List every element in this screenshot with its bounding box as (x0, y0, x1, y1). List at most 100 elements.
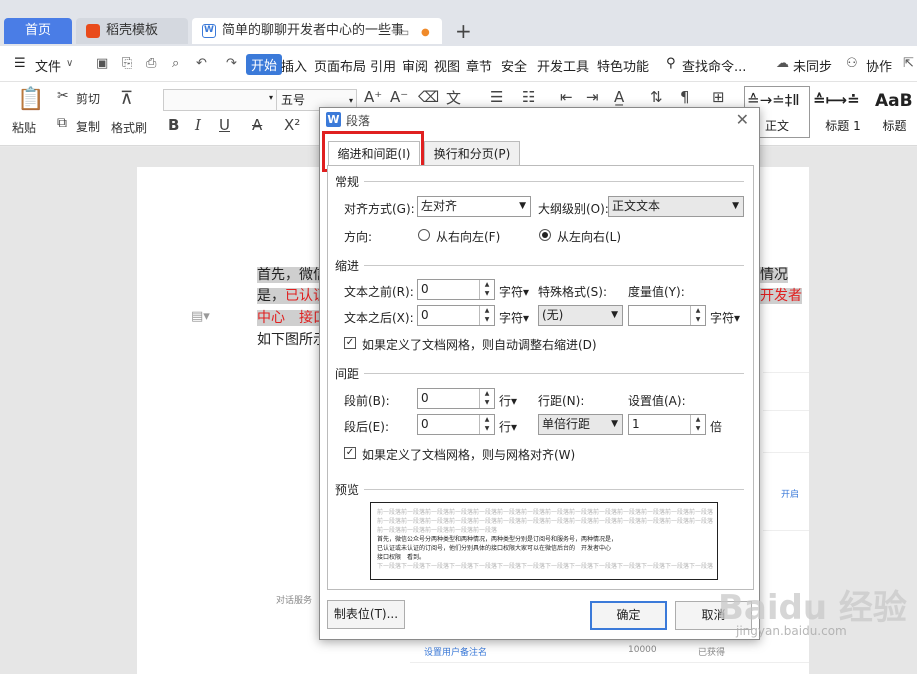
new-tab-button[interactable]: + (455, 18, 472, 44)
menu-security[interactable]: 安全 (501, 56, 527, 75)
italic-icon[interactable]: I (195, 116, 201, 134)
copy-button[interactable]: 复制 (76, 118, 100, 135)
tab-line-page-break[interactable]: 换行和分页(P) (424, 141, 520, 166)
command-search[interactable]: 查找命令... (682, 56, 746, 75)
sort-icon[interactable]: ⇅ (650, 88, 663, 106)
radio-rtl[interactable] (418, 229, 430, 241)
tab-strip: 首页 稻壳模板 W 简单的聊聊开发者中心的一些事 ▭ ● + (0, 0, 917, 46)
paste-button[interactable]: 粘贴 (12, 119, 36, 136)
unsaved-dot-icon: ● (421, 27, 430, 38)
spinner-icon[interactable]: ▲ ▼ (690, 415, 705, 434)
menu-features[interactable]: 特色功能 (597, 56, 649, 75)
undo-icon[interactable]: ↶ (196, 56, 207, 71)
redo-icon[interactable]: ↷ (226, 56, 237, 71)
space-before-input[interactable]: 0 ▲ ▼ (417, 388, 495, 409)
increase-indent-icon[interactable]: ⇥ (586, 88, 599, 106)
grow-font-icon[interactable]: A⁺ (364, 88, 382, 106)
doc-line-1-end-text: 情况 (760, 267, 788, 283)
paragraph-handle-icon[interactable]: ▤▾ (191, 309, 210, 324)
indent-after-input[interactable]: 0 ▲ ▼ (417, 305, 495, 326)
decrease-indent-icon[interactable]: ⇤ (560, 88, 573, 106)
word-doc-icon: W (202, 24, 216, 38)
menu-page-layout[interactable]: 页面布局 (314, 56, 366, 75)
tab-stops-button[interactable]: 制表位(T)... (327, 600, 405, 629)
style-title[interactable]: AaB 标题 (872, 86, 917, 138)
more-icon[interactable]: ⇱ (903, 56, 914, 71)
spinner-icon[interactable]: ▲ ▼ (479, 280, 494, 299)
paste-icon[interactable]: 📋 (17, 87, 44, 112)
bg-dialog-service: 对话服务 (276, 596, 313, 606)
space-after-unit[interactable]: 行▾ (499, 418, 517, 435)
bold-icon[interactable]: B (168, 116, 179, 134)
auto-indent-checkbox[interactable]: ✓ (344, 337, 356, 349)
clear-format-icon[interactable]: ⌫ (418, 88, 439, 106)
show-marks-icon[interactable]: ¶ (680, 88, 690, 106)
text-direction-icon[interactable]: A̲ (614, 88, 624, 106)
space-before-unit[interactable]: 行▾ (499, 392, 517, 409)
hamburger-icon[interactable]: ☰ (14, 56, 26, 71)
line-spacing-select[interactable]: 单倍行距 ▼ (538, 414, 623, 435)
paragraph-preview: 前一段落前一段落前一段落前一段落前一段落前一段落前一段落前一段落前一段落前一段落… (370, 502, 718, 580)
space-after-input[interactable]: 0 ▲ ▼ (417, 414, 495, 435)
spinner-icon[interactable]: ▲ ▼ (690, 306, 705, 325)
indent-before-input[interactable]: 0 ▲ ▼ (417, 279, 495, 300)
tab-window-icon[interactable]: ▭ (398, 25, 409, 39)
print-icon[interactable]: ⎙ (146, 56, 156, 71)
menu-insert[interactable]: 插入 (281, 56, 307, 75)
setting-value-unit: 倍 (710, 420, 723, 434)
outline-select[interactable]: 正文文本 ▼ (608, 196, 744, 217)
bullets-icon[interactable]: ☰ (490, 88, 503, 106)
collaborate-button[interactable]: 协作 (866, 56, 892, 75)
spinner-icon[interactable]: ▲ ▼ (479, 306, 494, 325)
snap-grid-checkbox[interactable]: ✓ (344, 447, 356, 459)
bg-count: 10000 (628, 645, 657, 655)
preview-prev-line: 前一段落前一段落前一段落前一段落前一段落前一段落前一段落前一段落前一段落前一段落… (377, 509, 714, 516)
format-painter-button[interactable]: 格式刷 (111, 119, 147, 136)
menu-file[interactable]: 文件 (35, 56, 61, 75)
save-icon[interactable]: ▣ (96, 56, 108, 71)
underline-icon[interactable]: U (219, 116, 230, 134)
ok-button[interactable]: 确定 (590, 601, 667, 630)
copy-icon: ⧉ (57, 115, 67, 131)
align-select[interactable]: 左对齐 ▼ (417, 196, 531, 217)
menu-view[interactable]: 视图 (434, 56, 460, 75)
ltr-label: 从左向右(L) (557, 230, 622, 244)
menu-review[interactable]: 审阅 (402, 56, 428, 75)
tab-home[interactable]: 首页 (4, 18, 72, 44)
cut-button[interactable]: 剪切 (76, 90, 100, 107)
special-format-value: (无) (542, 308, 564, 322)
spinner-icon[interactable]: ▲ ▼ (479, 389, 494, 408)
menu-reference[interactable]: 引用 (370, 56, 396, 75)
superscript-icon[interactable]: X² (284, 116, 300, 134)
font-name-select[interactable]: ▾ (163, 89, 277, 111)
pinyin-icon[interactable]: 文 (446, 87, 461, 108)
menu-start[interactable]: 开始 (246, 54, 283, 75)
menu-chapter[interactable]: 章节 (466, 56, 492, 75)
numbering-icon[interactable]: ☷ (522, 88, 535, 106)
indent-after-unit[interactable]: 字符▾ (499, 309, 529, 326)
shrink-font-icon[interactable]: A⁻ (390, 88, 408, 106)
spinner-icon[interactable]: ▲ ▼ (479, 415, 494, 434)
bg-enable-link: 开启 (781, 490, 800, 500)
indent-after-value: 0 (421, 308, 429, 322)
export-icon[interactable]: ⎘ (122, 56, 132, 71)
sync-status[interactable]: 未同步 (793, 56, 832, 75)
collaborate-icon: ⚇ (846, 56, 858, 71)
tab-indent-spacing[interactable]: 缩进和间距(I) (328, 141, 420, 168)
measure-unit[interactable]: 字符▾ (710, 309, 740, 326)
close-icon[interactable]: ✕ (736, 110, 749, 129)
setting-value-input[interactable]: 1 ▲ ▼ (628, 414, 706, 435)
table-icon[interactable]: ⊞ (712, 88, 725, 106)
menu-dev-tools[interactable]: 开发工具 (537, 56, 589, 75)
indent-before-unit[interactable]: 字符▾ (499, 283, 529, 300)
style-heading-1[interactable]: ≙⟼≐ 标题 1 (810, 86, 876, 138)
radio-ltr[interactable] (539, 229, 551, 241)
measure-input[interactable]: ▲ ▼ (628, 305, 706, 326)
chevron-down-icon[interactable]: ∨ (66, 58, 73, 69)
print-preview-icon[interactable]: ⌕ (172, 56, 179, 71)
dialog-titlebar[interactable]: W 段落 ✕ (320, 108, 759, 132)
snap-grid-label: 如果定义了文档网格，则与网格对齐(W) (362, 448, 576, 462)
tab-template[interactable]: 稻壳模板 (76, 18, 188, 44)
special-format-select[interactable]: (无) ▼ (538, 305, 623, 326)
strikethrough-icon[interactable]: A (252, 116, 262, 134)
